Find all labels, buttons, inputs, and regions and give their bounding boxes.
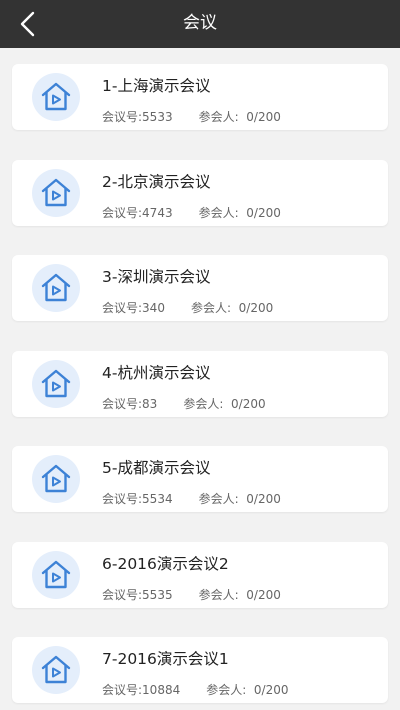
house-play-icon [41,369,71,397]
meeting-icon-circle [32,168,80,217]
meeting-title: 5-成都演示会议 [102,459,211,477]
house-play-icon [41,273,71,302]
meeting-icon-circle [32,550,80,599]
meeting-number: 会议号:4743 [102,205,173,220]
meeting-meta: 会议号:5533 参会人: 0/200 [102,108,281,125]
meeting-meta: 会议号:5535 参会人: 0/200 [102,586,281,603]
meeting-icon-circle [32,359,80,408]
meeting-icon-circle [32,264,80,312]
meeting-card[interactable]: 3-深圳演示会议 会议号:340 参会人: 0/200 [12,255,388,321]
meeting-participants-value: 0/200 [238,301,274,315]
meeting-icon-circle [32,73,80,121]
meeting-title: 6-2016演示会议2 [102,554,229,573]
meeting-icon-circle [32,455,80,503]
meeting-card[interactable]: 6-2016演示会议2 会议号:5535 参会人: 0/200 [12,541,388,608]
meeting-number: 会议号:340 [102,301,165,315]
meeting-participants-value: 0/200 [231,396,266,411]
meeting-card[interactable]: 5-成都演示会议 会议号:5534 参会人: 0/200 [12,446,388,512]
meeting-participants-label: 参会人: [183,396,224,411]
meeting-meta: 会议号:340 参会人: 0/200 [102,299,273,316]
meeting-number: 会议号:83 [102,396,158,411]
meeting-participants-value: 0/200 [246,492,281,506]
app-header: 会议 [0,0,400,48]
meeting-card[interactable]: 4-杭州演示会议 会议号:83 参会人: 0/200 [12,350,388,417]
house-play-icon [41,464,71,493]
meeting-meta: 会议号:83 参会人: 0/200 [102,395,266,412]
meeting-meta: 会议号:10884 参会人: 0/200 [102,681,289,698]
meeting-participants-value: 0/200 [246,205,281,220]
meeting-title: 4-杭州演示会议 [102,363,211,382]
meeting-participants-label: 参会人: [198,205,239,220]
house-play-icon [41,82,71,111]
meeting-participants-value: 0/200 [246,110,281,124]
meeting-title: 7-2016演示会议1 [102,650,229,668]
meeting-title: 2-北京演示会议 [102,172,211,191]
meeting-icon-circle [32,646,80,694]
meeting-card[interactable]: 7-2016演示会议1 会议号:10884 参会人: 0/200 [12,637,388,703]
house-play-icon [41,560,71,588]
meeting-card[interactable]: 2-北京演示会议 会议号:4743 参会人: 0/200 [12,159,388,226]
meeting-participants-label: 参会人: [198,587,239,602]
meeting-number: 会议号:5533 [102,110,173,124]
meeting-participants-label: 参会人: [190,301,231,315]
meeting-participants-label: 参会人: [206,683,247,697]
meeting-participants-label: 参会人: [198,492,239,506]
meeting-meta: 会议号:4743 参会人: 0/200 [102,204,281,221]
meeting-participants-label: 参会人: [198,110,239,124]
house-play-icon [41,178,71,206]
meeting-number: 会议号:10884 [102,683,181,697]
meeting-title: 3-深圳演示会议 [102,268,211,286]
meeting-number: 会议号:5535 [102,587,173,602]
meeting-title: 1-上海演示会议 [102,77,211,95]
meeting-card[interactable]: 1-上海演示会议 会议号:5533 参会人: 0/200 [12,64,388,130]
meeting-meta: 会议号:5534 参会人: 0/200 [102,490,281,507]
house-play-icon [41,655,71,684]
meeting-participants-value: 0/200 [253,683,289,697]
meeting-number: 会议号:5534 [102,492,173,506]
meeting-participants-value: 0/200 [246,587,281,602]
page-title: 会议 [183,13,217,33]
